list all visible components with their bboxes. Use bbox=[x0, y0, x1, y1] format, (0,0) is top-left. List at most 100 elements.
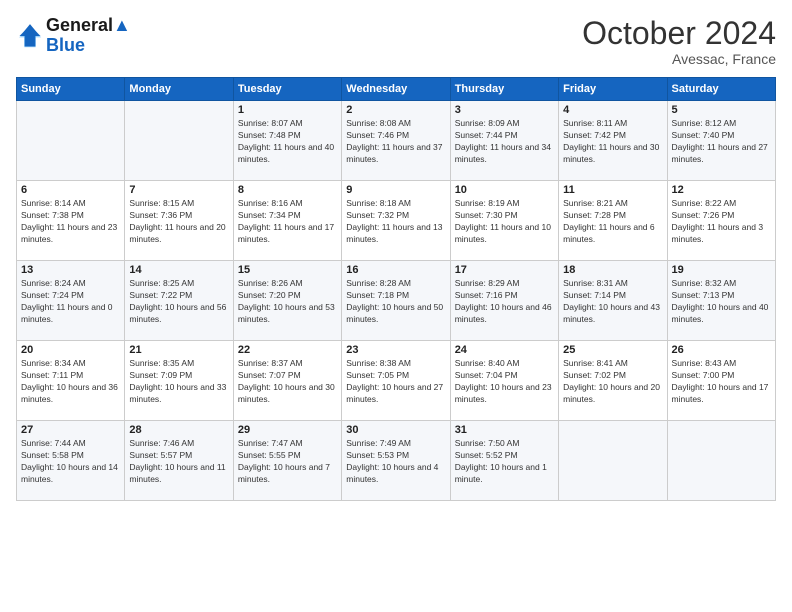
day-number: 26 bbox=[672, 344, 771, 356]
calendar-table: Sunday Monday Tuesday Wednesday Thursday… bbox=[16, 77, 776, 501]
day-number: 25 bbox=[563, 344, 662, 356]
calendar-cell: 15 Sunrise: 8:26 AMSunset: 7:20 PMDayligh… bbox=[233, 261, 341, 341]
header-thursday: Thursday bbox=[450, 78, 558, 101]
day-number: 2 bbox=[346, 104, 445, 116]
calendar-cell: 28 Sunrise: 7:46 AMSunset: 5:57 PMDayligh… bbox=[125, 421, 233, 501]
day-number: 16 bbox=[346, 264, 445, 276]
day-number: 4 bbox=[563, 104, 662, 116]
day-number: 5 bbox=[672, 104, 771, 116]
day-number: 28 bbox=[129, 424, 228, 436]
header-friday: Friday bbox=[559, 78, 667, 101]
header-tuesday: Tuesday bbox=[233, 78, 341, 101]
day-info: Sunrise: 8:28 AMSunset: 7:18 PMDaylight:… bbox=[346, 278, 445, 326]
day-number: 1 bbox=[238, 104, 337, 116]
calendar-week-row: 13Sunrise: 8:24 AMSunset: 7:24 PMDayligh… bbox=[17, 261, 776, 341]
day-info: Sunrise: 8:15 AMSunset: 7:36 PMDaylight:… bbox=[129, 198, 228, 246]
day-number: 19 bbox=[672, 264, 771, 276]
day-info: Sunrise: 7:50 AMSunset: 5:52 PMDaylight:… bbox=[455, 438, 554, 486]
day-info: Sunrise: 8:29 AMSunset: 7:16 PMDaylight:… bbox=[455, 278, 554, 326]
calendar-cell: 2 Sunrise: 8:08 AMSunset: 7:46 PMDaylight… bbox=[342, 101, 450, 181]
day-info: Sunrise: 8:22 AMSunset: 7:26 PMDaylight:… bbox=[672, 198, 771, 246]
day-number: 13 bbox=[21, 264, 120, 276]
calendar-cell: 11Sunrise: 8:21 AMSunset: 7:28 PMDayligh… bbox=[559, 181, 667, 261]
title-block: October 2024 Avessac, France bbox=[582, 16, 776, 67]
calendar-cell: 25 Sunrise: 8:41 AMSunset: 7:02 PMDayligh… bbox=[559, 341, 667, 421]
day-number: 6 bbox=[21, 184, 120, 196]
day-info: Sunrise: 7:47 AMSunset: 5:55 PMDaylight:… bbox=[238, 438, 337, 486]
day-info: Sunrise: 7:46 AMSunset: 5:57 PMDaylight:… bbox=[129, 438, 228, 486]
calendar-body: 1 Sunrise: 8:07 AMSunset: 7:48 PMDaylight… bbox=[17, 101, 776, 501]
day-info: Sunrise: 7:44 AMSunset: 5:58 PMDaylight:… bbox=[21, 438, 120, 486]
calendar-cell: 10 Sunrise: 8:19 AMSunset: 7:30 PMDayligh… bbox=[450, 181, 558, 261]
day-info: Sunrise: 8:08 AMSunset: 7:46 PMDaylight:… bbox=[346, 118, 445, 166]
day-number: 12 bbox=[672, 184, 771, 196]
calendar-cell: 18Sunrise: 8:31 AMSunset: 7:14 PMDayligh… bbox=[559, 261, 667, 341]
day-info: Sunrise: 8:38 AMSunset: 7:05 PMDaylight:… bbox=[346, 358, 445, 406]
calendar-cell: 30Sunrise: 7:49 AMSunset: 5:53 PMDayligh… bbox=[342, 421, 450, 501]
day-info: Sunrise: 7:49 AMSunset: 5:53 PMDaylight:… bbox=[346, 438, 445, 486]
calendar-cell: 8Sunrise: 8:16 AMSunset: 7:34 PMDaylight… bbox=[233, 181, 341, 261]
day-info: Sunrise: 8:19 AMSunset: 7:30 PMDaylight:… bbox=[455, 198, 554, 246]
calendar-cell: 14 Sunrise: 8:25 AMSunset: 7:22 PMDayligh… bbox=[125, 261, 233, 341]
calendar-cell: 29 Sunrise: 7:47 AMSunset: 5:55 PMDayligh… bbox=[233, 421, 341, 501]
header-wednesday: Wednesday bbox=[342, 78, 450, 101]
day-info: Sunrise: 8:09 AMSunset: 7:44 PMDaylight:… bbox=[455, 118, 554, 166]
day-info: Sunrise: 8:18 AMSunset: 7:32 PMDaylight:… bbox=[346, 198, 445, 246]
day-number: 18 bbox=[563, 264, 662, 276]
calendar-cell: 9 Sunrise: 8:18 AMSunset: 7:32 PMDaylight… bbox=[342, 181, 450, 261]
calendar-cell: 17 Sunrise: 8:29 AMSunset: 7:16 PMDayligh… bbox=[450, 261, 558, 341]
day-info: Sunrise: 8:11 AMSunset: 7:42 PMDaylight:… bbox=[563, 118, 662, 166]
day-number: 29 bbox=[238, 424, 337, 436]
day-info: Sunrise: 8:12 AMSunset: 7:40 PMDaylight:… bbox=[672, 118, 771, 166]
header-sunday: Sunday bbox=[17, 78, 125, 101]
calendar-cell: 20Sunrise: 8:34 AMSunset: 7:11 PMDayligh… bbox=[17, 341, 125, 421]
calendar-cell: 23 Sunrise: 8:38 AMSunset: 7:05 PMDayligh… bbox=[342, 341, 450, 421]
day-number: 27 bbox=[21, 424, 120, 436]
calendar-cell: 12 Sunrise: 8:22 AMSunset: 7:26 PMDayligh… bbox=[667, 181, 775, 261]
day-number: 24 bbox=[455, 344, 554, 356]
day-info: Sunrise: 8:43 AMSunset: 7:00 PMDaylight:… bbox=[672, 358, 771, 406]
location: Avessac, France bbox=[582, 51, 776, 67]
calendar-cell: 22Sunrise: 8:37 AMSunset: 7:07 PMDayligh… bbox=[233, 341, 341, 421]
calendar-week-row: 20Sunrise: 8:34 AMSunset: 7:11 PMDayligh… bbox=[17, 341, 776, 421]
calendar-cell: 19 Sunrise: 8:32 AMSunset: 7:13 PMDayligh… bbox=[667, 261, 775, 341]
logo-icon bbox=[16, 22, 44, 50]
logo-text: General▲ Blue bbox=[46, 16, 131, 56]
calendar-cell: 5 Sunrise: 8:12 AMSunset: 7:40 PMDaylight… bbox=[667, 101, 775, 181]
calendar-cell bbox=[667, 421, 775, 501]
day-info: Sunrise: 8:25 AMSunset: 7:22 PMDaylight:… bbox=[129, 278, 228, 326]
calendar-cell: 3 Sunrise: 8:09 AMSunset: 7:44 PMDaylight… bbox=[450, 101, 558, 181]
page-header: General▲ Blue October 2024 Avessac, Fran… bbox=[16, 16, 776, 67]
day-info: Sunrise: 8:26 AMSunset: 7:20 PMDaylight:… bbox=[238, 278, 337, 326]
day-number: 21 bbox=[129, 344, 228, 356]
day-number: 10 bbox=[455, 184, 554, 196]
month-title: October 2024 bbox=[582, 16, 776, 51]
calendar-cell: 24 Sunrise: 8:40 AMSunset: 7:04 PMDayligh… bbox=[450, 341, 558, 421]
day-number: 3 bbox=[455, 104, 554, 116]
day-number: 15 bbox=[238, 264, 337, 276]
calendar-cell bbox=[125, 101, 233, 181]
calendar-cell: 27 Sunrise: 7:44 AMSunset: 5:58 PMDayligh… bbox=[17, 421, 125, 501]
day-number: 17 bbox=[455, 264, 554, 276]
calendar-cell: 13Sunrise: 8:24 AMSunset: 7:24 PMDayligh… bbox=[17, 261, 125, 341]
calendar-week-row: 1 Sunrise: 8:07 AMSunset: 7:48 PMDaylight… bbox=[17, 101, 776, 181]
day-info: Sunrise: 8:34 AMSunset: 7:11 PMDaylight:… bbox=[21, 358, 120, 406]
day-info: Sunrise: 8:32 AMSunset: 7:13 PMDaylight:… bbox=[672, 278, 771, 326]
calendar-cell: 6Sunrise: 8:14 AMSunset: 7:38 PMDaylight… bbox=[17, 181, 125, 261]
calendar-cell: 21Sunrise: 8:35 AMSunset: 7:09 PMDayligh… bbox=[125, 341, 233, 421]
calendar-week-row: 6Sunrise: 8:14 AMSunset: 7:38 PMDaylight… bbox=[17, 181, 776, 261]
header-monday: Monday bbox=[125, 78, 233, 101]
calendar-cell bbox=[17, 101, 125, 181]
day-info: Sunrise: 8:41 AMSunset: 7:02 PMDaylight:… bbox=[563, 358, 662, 406]
day-info: Sunrise: 8:07 AMSunset: 7:48 PMDaylight:… bbox=[238, 118, 337, 166]
calendar-cell: 16 Sunrise: 8:28 AMSunset: 7:18 PMDayligh… bbox=[342, 261, 450, 341]
day-number: 14 bbox=[129, 264, 228, 276]
day-number: 22 bbox=[238, 344, 337, 356]
day-info: Sunrise: 8:21 AMSunset: 7:28 PMDaylight:… bbox=[563, 198, 662, 246]
day-info: Sunrise: 8:40 AMSunset: 7:04 PMDaylight:… bbox=[455, 358, 554, 406]
day-info: Sunrise: 8:16 AMSunset: 7:34 PMDaylight:… bbox=[238, 198, 337, 246]
day-number: 9 bbox=[346, 184, 445, 196]
calendar-cell: 1 Sunrise: 8:07 AMSunset: 7:48 PMDaylight… bbox=[233, 101, 341, 181]
day-number: 23 bbox=[346, 344, 445, 356]
day-number: 7 bbox=[129, 184, 228, 196]
